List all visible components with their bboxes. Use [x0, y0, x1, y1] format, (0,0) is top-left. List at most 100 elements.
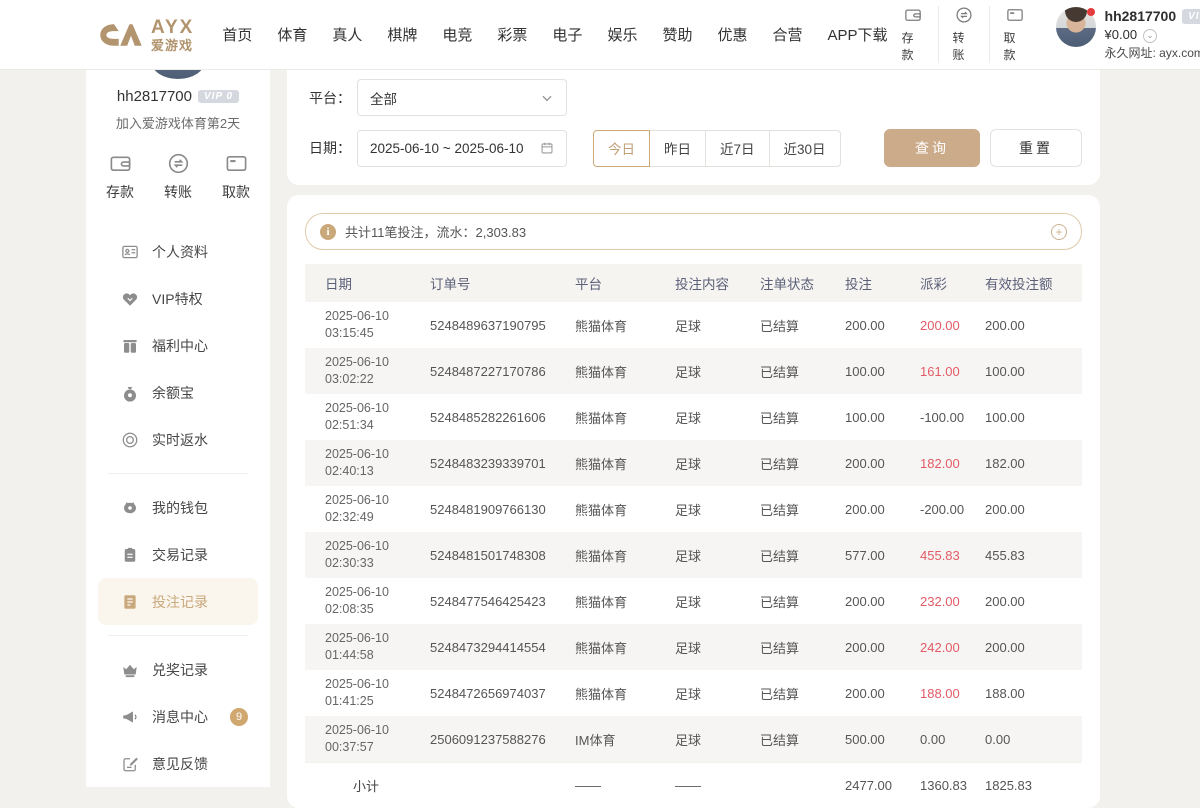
range-button-今日[interactable]: 今日 — [593, 130, 650, 167]
nav-item-0[interactable]: 首页 — [222, 24, 252, 45]
sidebar-action-存款[interactable]: 存款 — [106, 152, 134, 202]
sidebar-item-我的钱包[interactable]: 我的钱包 — [98, 484, 258, 531]
reset-button[interactable]: 重置 — [990, 129, 1082, 167]
table-row[interactable]: 2025-06-1002:40:135248483239339701熊猫体育足球… — [305, 440, 1082, 486]
table-row[interactable]: 2025-06-1002:32:495248481909766130熊猫体育足球… — [305, 486, 1082, 532]
table-row[interactable]: 2025-06-1002:30:335248481501748308熊猫体育足球… — [305, 532, 1082, 578]
cell-content: 足球 — [675, 546, 760, 565]
cell-bet: 200.00 — [845, 640, 920, 655]
sidebar-item-label: VIP特权 — [152, 289, 203, 309]
platform-select[interactable]: 全部 — [357, 79, 567, 116]
nav-item-8[interactable]: 赞助 — [662, 24, 692, 45]
date-range-input[interactable]: 2025-06-10 ~ 2025-06-10 — [357, 130, 567, 167]
cell-bet: 200.00 — [845, 456, 920, 471]
table-header-row: 日期订单号平台投注内容注单状态投注派彩有效投注额 — [305, 264, 1082, 302]
nav-item-5[interactable]: 彩票 — [497, 24, 527, 45]
plus-circle-icon[interactable]: + — [1051, 224, 1067, 240]
sidebar-item-兑奖记录[interactable]: 兑奖记录 — [98, 646, 258, 693]
brand-logo[interactable]: AYX 爱游戏 — [98, 18, 194, 52]
sidebar-action-转账[interactable]: 转账 — [164, 152, 192, 202]
sidebar-action-取款[interactable]: 取款 — [222, 152, 250, 202]
sidebar-item-投注记录[interactable]: 投注记录 — [98, 578, 258, 625]
cell-status: 已结算 — [760, 316, 845, 335]
filter-panel: 平台： 全部 日期： 2025-06-10 ~ 2025-06-10 今日昨日近… — [287, 70, 1100, 185]
vip-badge: VIP 0 — [1182, 9, 1200, 24]
sidebar-vip-badge: VIP 0 — [198, 90, 239, 103]
chevron-down-icon — [540, 91, 554, 105]
bet-records-panel: i 共计11笔投注，流水：2,303.83 + 日期订单号平台投注内容注单状态投… — [287, 195, 1100, 808]
table-row[interactable]: 2025-06-1001:44:585248473294414554熊猫体育足球… — [305, 624, 1082, 670]
card-icon — [1004, 6, 1026, 24]
cell-order: 5248481501748308 — [430, 548, 575, 563]
sidebar-item-福利中心[interactable]: 福利中心 — [98, 322, 258, 369]
cell-status: 已结算 — [760, 592, 845, 611]
nav-item-6[interactable]: 电子 — [552, 24, 582, 45]
sidebar-item-实时返水[interactable]: 实时返水 — [98, 416, 258, 463]
main-nav: 首页 体育 真人 棋牌 电竞 彩票 电子 娱乐 赞助 优惠 合营 APP下载 — [222, 24, 887, 45]
cell-valid: 200.00 — [985, 640, 1082, 655]
sidebar-action-label: 取款 — [222, 182, 250, 202]
topbar-action-转账[interactable]: 转账 — [938, 6, 989, 63]
cell-order: 5248472656974037 — [430, 686, 575, 701]
cell-payout: 188.00 — [920, 686, 985, 701]
cell-bet: 577.00 — [845, 548, 920, 563]
cell-content: 足球 — [675, 684, 760, 703]
topbar-action-label: 取款 — [1004, 29, 1026, 63]
sidebar-item-交易记录[interactable]: 交易记录 — [98, 531, 258, 578]
cell-status: 已结算 — [760, 362, 845, 381]
nav-item-7[interactable]: 娱乐 — [607, 24, 637, 45]
cell-platform: 熊猫体育 — [575, 546, 675, 565]
notification-dot — [1087, 8, 1095, 16]
cell-payout: 242.00 — [920, 640, 985, 655]
sidebar-joined-text: 加入爱游戏体育第2天 — [116, 113, 240, 132]
search-button[interactable]: 查询 — [884, 129, 980, 167]
range-button-昨日[interactable]: 昨日 — [649, 130, 706, 167]
sidebar-item-意见反馈[interactable]: 意见反馈 — [98, 740, 258, 787]
message-icon — [121, 708, 139, 726]
topbar-action-存款[interactable]: 存款 — [888, 6, 938, 63]
nav-item-9[interactable]: 优惠 — [717, 24, 747, 45]
nav-item-3[interactable]: 棋牌 — [387, 24, 417, 45]
nav-item-10[interactable]: 合营 — [772, 24, 802, 45]
topbar-action-取款[interactable]: 取款 — [989, 6, 1040, 63]
topbar-user[interactable]: hh2817700 VIP 0 ¥0.00 ⌄ 永久网址: ayx.com — [1056, 7, 1200, 62]
card-icon — [223, 152, 250, 175]
table-row[interactable]: 2025-06-1003:02:225248487227170786熊猫体育足球… — [305, 348, 1082, 394]
nav-item-11[interactable]: APP下载 — [828, 24, 888, 45]
platform-label: 平台： — [309, 88, 357, 108]
avatar[interactable] — [1056, 7, 1096, 47]
table-subtotal-row: 小计————2477.001360.831825.83 — [305, 762, 1082, 808]
cell-payout: 232.00 — [920, 594, 985, 609]
range-button-近30日[interactable]: 近30日 — [769, 130, 841, 167]
sidebar-action-label: 存款 — [106, 182, 134, 202]
my-wallet-icon — [121, 499, 139, 517]
cell-content: 足球 — [675, 638, 760, 657]
sidebar-item-label: 福利中心 — [152, 336, 208, 356]
nav-item-2[interactable]: 真人 — [332, 24, 362, 45]
sidebar-item-label: 我的钱包 — [152, 498, 208, 518]
table-row[interactable]: 2025-06-1002:08:355248477546425423熊猫体育足球… — [305, 578, 1082, 624]
sidebar-item-label: 消息中心 — [152, 707, 208, 727]
table-row[interactable]: 2025-06-1002:51:345248485282261606熊猫体育足球… — [305, 394, 1082, 440]
balance-expand-icon[interactable]: ⌄ — [1143, 29, 1157, 43]
cell-platform: 熊猫体育 — [575, 408, 675, 427]
cell-date: 2025-06-1002:51:34 — [325, 400, 430, 434]
range-button-近7日[interactable]: 近7日 — [705, 130, 770, 167]
sidebar-item-个人资料[interactable]: 个人资料 — [98, 228, 258, 275]
nav-item-4[interactable]: 电竞 — [442, 24, 472, 45]
nav-item-1[interactable]: 体育 — [277, 24, 307, 45]
cell-bet: 200.00 — [845, 686, 920, 701]
sidebar-item-VIP特权[interactable]: VIP特权 — [98, 275, 258, 322]
table-row[interactable]: 2025-06-1001:41:255248472656974037熊猫体育足球… — [305, 670, 1082, 716]
sidebar-action-label: 转账 — [164, 182, 192, 202]
cell-order: 5248477546425423 — [430, 594, 575, 609]
table-row[interactable]: 2025-06-1000:37:572506091237588276IM体育足球… — [305, 716, 1082, 762]
sidebar-item-label: 实时返水 — [152, 430, 208, 450]
sidebar-item-消息中心[interactable]: 消息中心9 — [98, 693, 258, 740]
cell-date: 2025-06-1001:44:58 — [325, 630, 430, 664]
cell-payout: 200.00 — [920, 318, 985, 333]
table-row[interactable]: 2025-06-1003:15:455248489637190795熊猫体育足球… — [305, 302, 1082, 348]
sidebar-item-余额宝[interactable]: 余额宝 — [98, 369, 258, 416]
cell-date: 2025-06-1003:15:45 — [325, 308, 430, 342]
cell-status: 已结算 — [760, 638, 845, 657]
